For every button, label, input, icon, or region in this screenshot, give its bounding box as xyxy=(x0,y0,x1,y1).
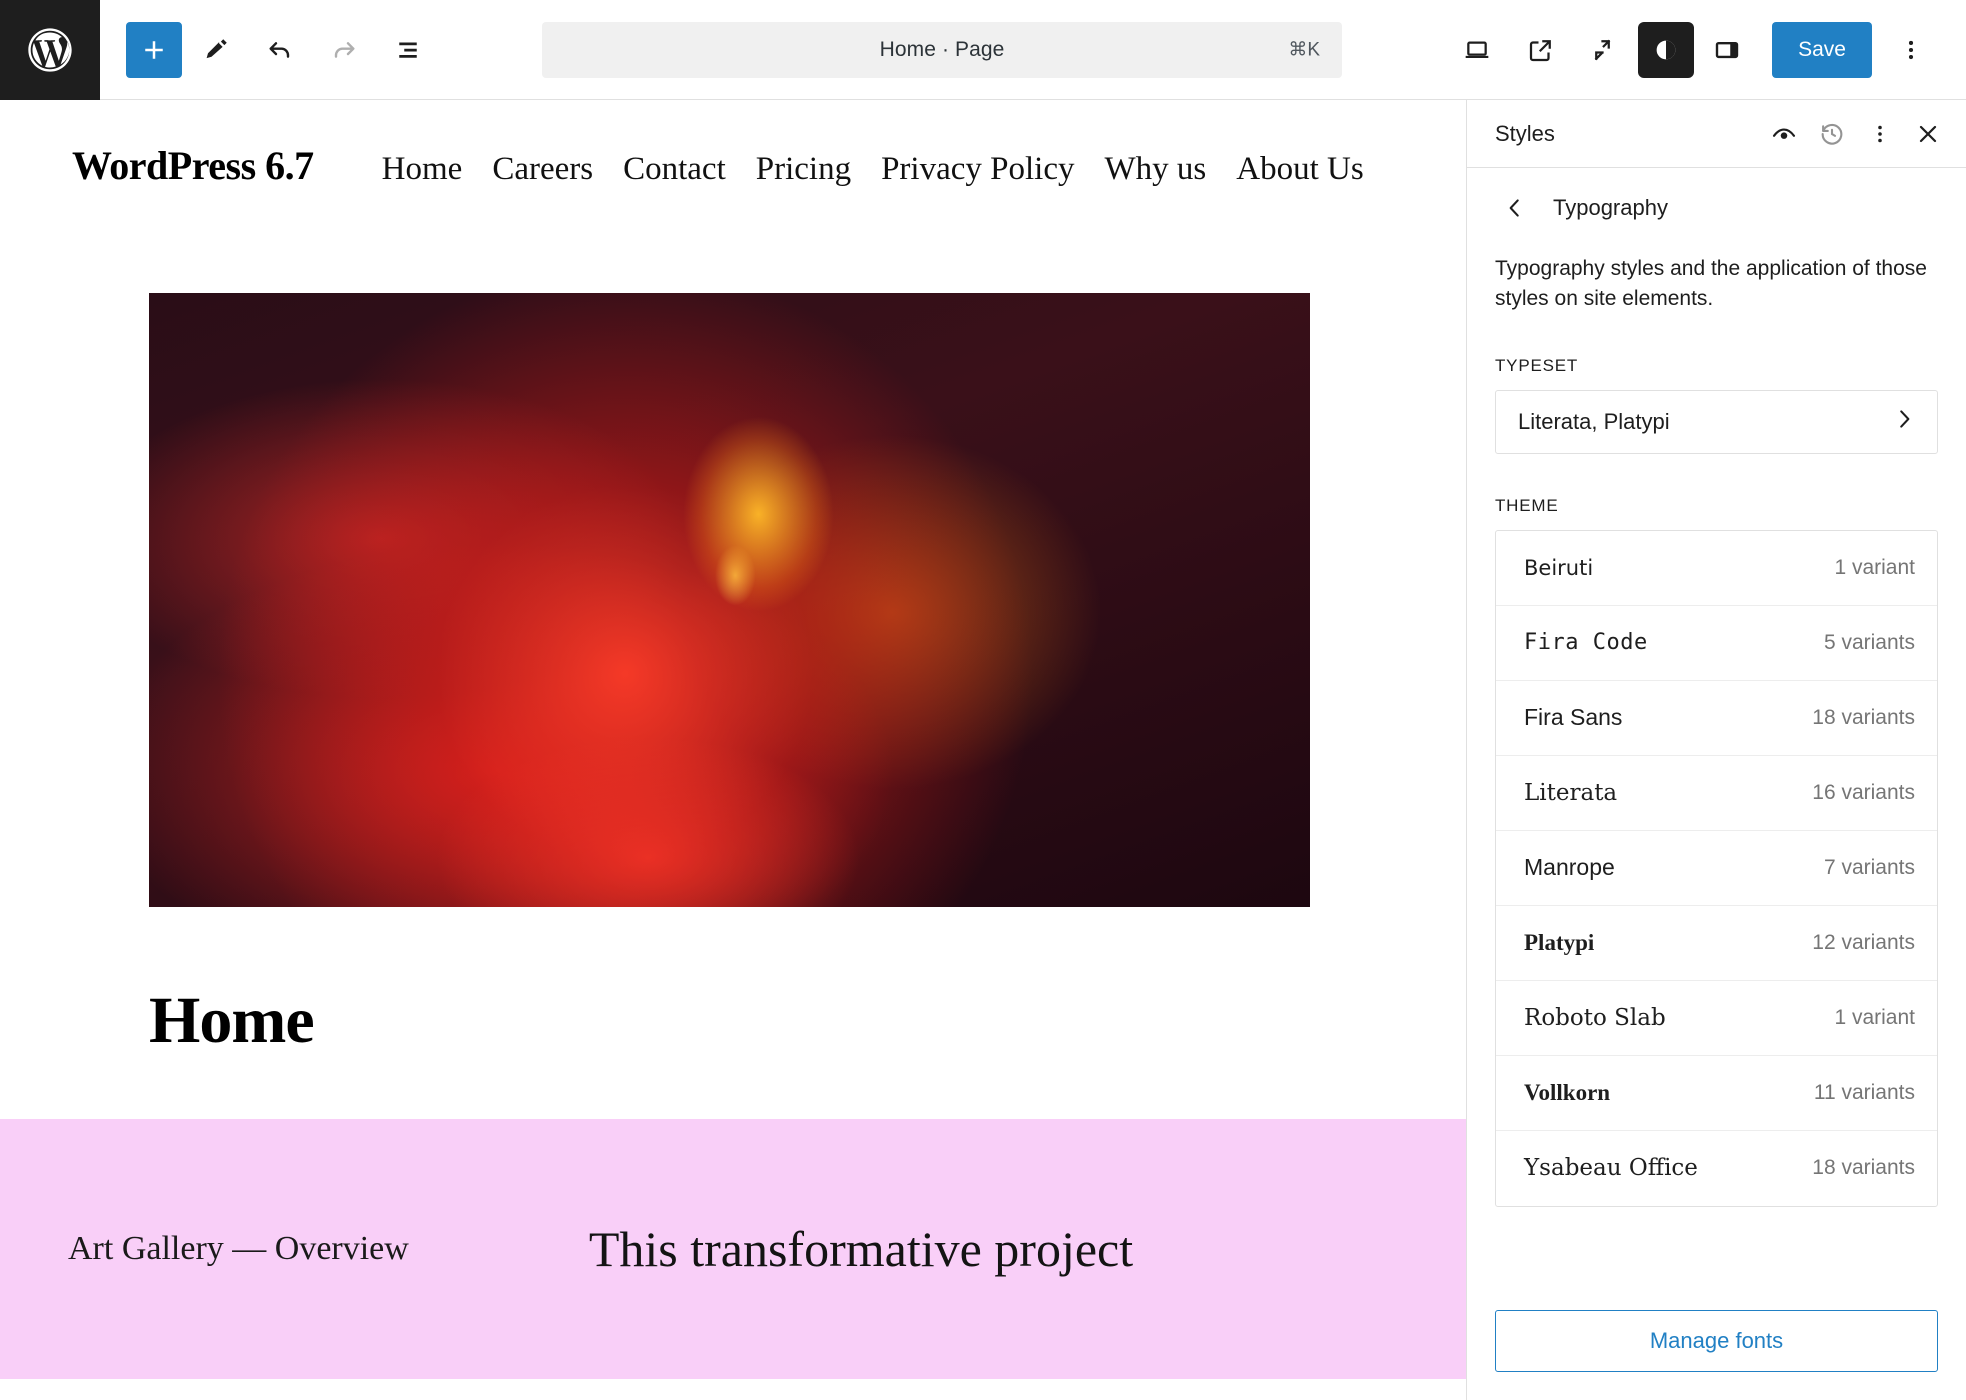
nav-item-why-us[interactable]: Why us xyxy=(1104,151,1206,188)
page-title[interactable]: Home xyxy=(0,907,1466,1059)
font-row-manrope[interactable]: Manrope 7 variants xyxy=(1496,831,1937,906)
view-site-button[interactable] xyxy=(1510,19,1572,81)
font-row-literata[interactable]: Literata 16 variants xyxy=(1496,756,1937,831)
redo-button[interactable] xyxy=(314,20,374,80)
document-overview-button[interactable] xyxy=(378,20,438,80)
font-row-platypi[interactable]: Platypi 12 variants xyxy=(1496,906,1937,981)
command-bar-shortcut: ⌘K xyxy=(1288,39,1321,60)
zoom-out-button[interactable] xyxy=(1574,19,1636,81)
kebab-menu-icon[interactable] xyxy=(1880,19,1942,81)
font-name: Roboto Slab xyxy=(1524,1004,1666,1031)
styles-panel-navigation: Typography xyxy=(1467,168,1966,248)
band-eyebrow[interactable]: Art Gallery — Overview xyxy=(68,1230,409,1268)
typeset-row[interactable]: Literata, Platypi xyxy=(1495,389,1938,454)
styles-sidebar: Styles Typography Typography styles and … xyxy=(1466,100,1966,1400)
editor-toolbar: Home · Page ⌘K Save xyxy=(0,0,1966,100)
command-bar-container: Home · Page ⌘K xyxy=(438,21,1446,78)
typography-description: Typography styles and the application of… xyxy=(1495,257,1927,310)
font-name: Manrope xyxy=(1524,854,1615,881)
wordpress-site-editor: Home · Page ⌘K Save WordPress 6.7 Home C… xyxy=(0,0,1966,1400)
typography-section-title: Typography xyxy=(1553,195,1668,220)
font-variant-count: 5 variants xyxy=(1823,630,1915,654)
add-block-button[interactable] xyxy=(126,21,182,78)
font-name: Fira Code xyxy=(1524,630,1648,656)
device-preview-button[interactable] xyxy=(1446,19,1508,81)
font-row-vollkorn[interactable]: Vollkorn 11 variants xyxy=(1496,1056,1937,1131)
settings-toggle-button[interactable] xyxy=(1696,19,1758,81)
nav-item-about-us[interactable]: About Us xyxy=(1236,151,1363,188)
font-row-beiruti[interactable]: Beiruti 1 variant xyxy=(1496,531,1937,606)
nav-item-privacy-policy[interactable]: Privacy Policy xyxy=(881,151,1074,188)
font-name: Fira Sans xyxy=(1524,704,1623,731)
featured-image[interactable] xyxy=(149,293,1310,907)
save-button[interactable]: Save xyxy=(1772,21,1872,78)
nav-item-contact[interactable]: Contact xyxy=(623,151,726,188)
styles-panel-header: Styles xyxy=(1467,100,1966,168)
font-name: Literata xyxy=(1524,779,1618,806)
close-icon[interactable] xyxy=(1904,110,1952,158)
pink-content-band[interactable]: Art Gallery — Overview This transformati… xyxy=(0,1119,1466,1379)
font-variant-count: 1 variant xyxy=(1834,1005,1915,1029)
undo-button[interactable] xyxy=(250,20,310,80)
toolbar-left-group xyxy=(100,20,438,80)
styles-panel-footer: Manage fonts xyxy=(1467,1288,1966,1400)
font-row-fira-code[interactable]: Fira Code 5 variants xyxy=(1496,606,1937,681)
font-row-ysabeau-office[interactable]: Ysabeau Office 18 variants xyxy=(1496,1131,1937,1206)
font-name: Platypi xyxy=(1524,929,1595,955)
eye-icon[interactable] xyxy=(1760,110,1808,158)
band-heading[interactable]: This transformative project xyxy=(589,1220,1133,1278)
site-header: WordPress 6.7 Home Careers Contact Prici… xyxy=(0,100,1466,189)
chevron-right-icon xyxy=(1891,406,1917,437)
font-variant-count: 18 variants xyxy=(1812,1156,1915,1180)
font-variant-count: 12 variants xyxy=(1812,930,1915,954)
kebab-menu-icon[interactable] xyxy=(1856,110,1904,158)
toolbar-right-group: Save xyxy=(1446,19,1966,81)
editor-body: WordPress 6.7 Home Careers Contact Prici… xyxy=(0,100,1966,1400)
styles-panel-title: Styles xyxy=(1495,120,1555,146)
typeset-value: Literata, Platypi xyxy=(1518,408,1670,434)
wordpress-logo-icon[interactable] xyxy=(0,0,100,100)
history-icon[interactable] xyxy=(1808,110,1856,158)
site-title[interactable]: WordPress 6.7 xyxy=(72,142,314,189)
theme-section-label: THEME xyxy=(1495,495,1559,515)
nav-item-home[interactable]: Home xyxy=(382,151,463,188)
font-variant-count: 18 variants xyxy=(1812,705,1915,729)
styles-panel-content[interactable]: Typography styles and the application of… xyxy=(1467,248,1966,1288)
command-bar[interactable]: Home · Page ⌘K xyxy=(542,21,1343,78)
font-variant-count: 11 variants xyxy=(1813,1080,1915,1104)
editor-canvas[interactable]: WordPress 6.7 Home Careers Contact Prici… xyxy=(0,100,1466,1400)
font-name: Ysabeau Office xyxy=(1524,1155,1698,1182)
featured-image-wrapper xyxy=(0,189,1466,907)
typeset-section-label: TYPESET xyxy=(1495,355,1579,375)
font-name: Beiruti xyxy=(1524,555,1594,580)
theme-font-list: Beiruti 1 variant Fira Code 5 variants F… xyxy=(1495,529,1938,1207)
nav-item-pricing[interactable]: Pricing xyxy=(756,151,851,188)
site-navigation: Home Careers Contact Pricing Privacy Pol… xyxy=(382,151,1364,188)
nav-item-careers[interactable]: Careers xyxy=(492,151,593,188)
font-row-roboto-slab[interactable]: Roboto Slab 1 variant xyxy=(1496,981,1937,1056)
manage-fonts-button[interactable]: Manage fonts xyxy=(1495,1310,1938,1372)
styles-toggle-button[interactable] xyxy=(1638,21,1695,78)
font-variant-count: 1 variant xyxy=(1834,555,1915,579)
tools-button[interactable] xyxy=(186,20,246,80)
font-name: Vollkorn xyxy=(1524,1079,1611,1105)
command-bar-label: Home · Page xyxy=(879,37,1005,61)
font-variant-count: 16 variants xyxy=(1812,780,1915,804)
font-row-fira-sans[interactable]: Fira Sans 18 variants xyxy=(1496,681,1937,756)
font-variant-count: 7 variants xyxy=(1823,855,1915,879)
chevron-left-icon[interactable] xyxy=(1495,188,1535,228)
